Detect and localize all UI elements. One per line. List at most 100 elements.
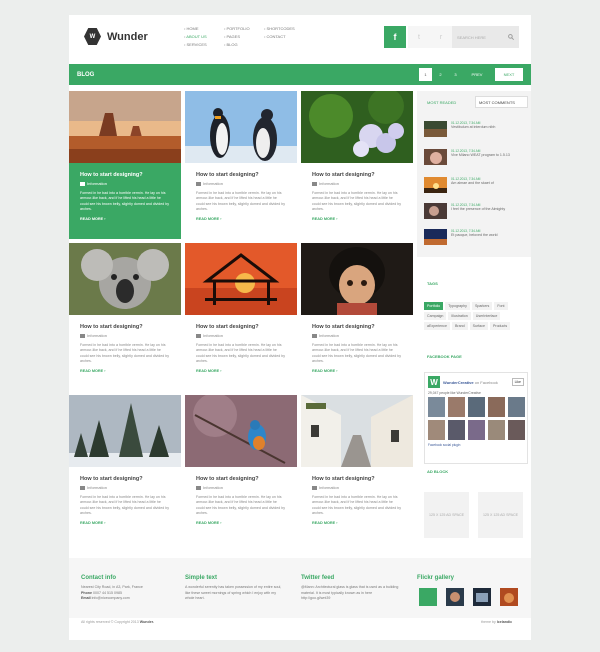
post-title[interactable]: How to start designing?	[312, 324, 402, 330]
avatar[interactable]	[508, 420, 525, 440]
ad-space-1[interactable]: 125 X 125 AD SPACE	[424, 492, 469, 538]
nav-about-us[interactable]: ABOUT US	[184, 34, 222, 39]
post-title[interactable]: How to start designing?	[196, 476, 286, 482]
search-input[interactable]: SEARCH HERE	[452, 26, 519, 48]
tag-item[interactable]: Illustration	[448, 312, 471, 320]
tag-item[interactable]: Surface	[469, 322, 488, 330]
copyright-brand[interactable]: Wunder.	[140, 620, 154, 624]
flickr-thumb[interactable]	[419, 588, 437, 606]
read-more-link[interactable]: READ MORE ›	[312, 369, 402, 373]
read-more-link[interactable]: READ MORE ›	[80, 217, 170, 221]
post-card-1[interactable]: How to start designing? Information Form…	[69, 91, 181, 239]
popular-thumb[interactable]	[424, 177, 447, 193]
prev-button[interactable]: PREV	[464, 68, 490, 81]
post-category[interactable]: Information	[196, 333, 286, 338]
post-image-desert[interactable]	[69, 91, 181, 163]
post-image-flowers[interactable]	[301, 91, 413, 163]
nav-home[interactable]: HOME	[184, 26, 222, 31]
post-category[interactable]: Information	[312, 181, 402, 186]
post-category[interactable]: Information	[312, 485, 402, 490]
post-category[interactable]: Information	[80, 485, 170, 490]
avatar[interactable]	[468, 397, 485, 417]
post-category[interactable]: Information	[80, 333, 170, 338]
fb-page-name[interactable]: WunderCreative on Facebook	[443, 380, 498, 385]
tag-item[interactable]: Sparkers	[471, 302, 493, 310]
popular-thumb[interactable]	[424, 121, 447, 137]
nav-pages[interactable]: PAGES	[224, 34, 262, 39]
avatar[interactable]	[468, 420, 485, 440]
tag-item[interactable]: Brand	[451, 322, 468, 330]
post-title[interactable]: How to start designing?	[196, 324, 286, 330]
nav-blog[interactable]: BLOG	[224, 42, 262, 47]
page-2-button[interactable]: 2	[434, 68, 447, 81]
post-image-street[interactable]	[301, 395, 413, 467]
tag-item[interactable]: aExperience	[424, 322, 450, 330]
popular-title[interactable]: Am almae and the skaet of	[451, 181, 494, 185]
post-card-4[interactable]: How to start designing? Information Form…	[69, 243, 181, 391]
theme-author-link[interactable]: Icelandic	[497, 620, 512, 624]
nav-shortcodes[interactable]: SHORTCODES	[264, 26, 302, 31]
flickr-thumb[interactable]	[500, 588, 518, 606]
read-more-link[interactable]: READ MORE ›	[80, 521, 170, 525]
post-category[interactable]: Information	[80, 181, 170, 186]
avatar[interactable]	[448, 397, 465, 417]
flickr-thumb[interactable]	[446, 588, 464, 606]
avatar[interactable]	[428, 420, 445, 440]
avatar[interactable]	[508, 397, 525, 417]
post-title[interactable]: How to start designing?	[312, 172, 402, 178]
read-more-link[interactable]: READ MORE ›	[80, 369, 170, 373]
popular-item[interactable]: 01.12.2013, 7:34 AM I feel the presence o…	[424, 203, 528, 219]
tag-item[interactable]: Products	[489, 322, 511, 330]
tweet-text[interactable]: @Mann: Architectural glass is glass that…	[301, 585, 401, 602]
popular-thumb[interactable]	[424, 149, 447, 165]
tag-item[interactable]: Typography	[445, 302, 470, 310]
avatar[interactable]	[488, 420, 505, 440]
tag-item[interactable]: Font	[494, 302, 508, 310]
post-card-2[interactable]: How to start designing? Information Form…	[185, 91, 297, 239]
post-card-6[interactable]: How to start designing? Information Form…	[301, 243, 413, 391]
logo[interactable]: W Wunder	[84, 28, 148, 45]
popular-title[interactable]: Vestibulum at interdum nibh	[451, 125, 495, 129]
post-title[interactable]: How to start designing?	[80, 476, 170, 482]
read-more-link[interactable]: READ MORE ›	[196, 369, 286, 373]
post-card-7[interactable]: How to start designing? Information Form…	[69, 395, 181, 543]
rss-icon[interactable]: r	[430, 26, 452, 48]
avatar[interactable]	[448, 420, 465, 440]
read-more-link[interactable]: READ MORE ›	[196, 521, 286, 525]
post-card-8[interactable]: How to start designing? Information Form…	[185, 395, 297, 543]
flickr-thumb[interactable]	[473, 588, 491, 606]
ad-space-2[interactable]: 125 X 125 AD SPACE	[478, 492, 523, 538]
popular-title[interactable]: I feel the presence of the Almighty	[451, 207, 505, 211]
facebook-icon[interactable]: f	[384, 26, 406, 48]
popular-item[interactable]: 01.12.2013, 7:34 AM Vive Milano WEAT prog…	[424, 149, 528, 165]
contact-email[interactable]: Email info@nicecompany.com	[81, 596, 181, 602]
nav-contact[interactable]: CONTACT	[264, 34, 302, 39]
page-1-button[interactable]: 1	[419, 68, 432, 81]
post-title[interactable]: How to start designing?	[80, 324, 170, 330]
read-more-link[interactable]: READ MORE ›	[312, 521, 402, 525]
post-card-3[interactable]: How to start designing? Information Form…	[301, 91, 413, 239]
avatar[interactable]	[488, 397, 505, 417]
popular-item[interactable]: 01.12.2013, 7:34 AM Vestibulum at interdu…	[424, 121, 528, 137]
nav-services[interactable]: SERVICES	[184, 42, 222, 47]
post-image-koala[interactable]	[69, 243, 181, 315]
popular-thumb[interactable]	[424, 229, 447, 245]
popular-title[interactable]: Et paoque, beloved the world	[451, 233, 498, 237]
email-value[interactable]: info@nicecompany.com	[92, 596, 130, 600]
tab-most-readed[interactable]: MOST READED	[424, 96, 475, 108]
post-title[interactable]: How to start designing?	[80, 172, 170, 178]
post-image-child[interactable]	[301, 243, 413, 315]
popular-thumb[interactable]	[424, 203, 447, 219]
fb-like-button[interactable]: Like	[511, 378, 524, 386]
twitter-icon[interactable]: t	[408, 26, 430, 48]
post-category[interactable]: Information	[312, 333, 402, 338]
popular-title[interactable]: Vive Milano WEAT program to 1.5.13	[451, 153, 510, 157]
popular-item[interactable]: 01.12.2013, 7:34 AM Am almae and the skae…	[424, 177, 528, 193]
post-category[interactable]: Information	[196, 485, 286, 490]
tag-item[interactable]: UserInterface	[472, 312, 501, 320]
page-logo-icon[interactable]: W	[428, 376, 440, 388]
tag-item[interactable]: Portfolio	[424, 302, 444, 310]
read-more-link[interactable]: READ MORE ›	[196, 217, 286, 221]
post-card-9[interactable]: How to start designing? Information Form…	[301, 395, 413, 543]
post-image-snow-trees[interactable]	[69, 395, 181, 467]
